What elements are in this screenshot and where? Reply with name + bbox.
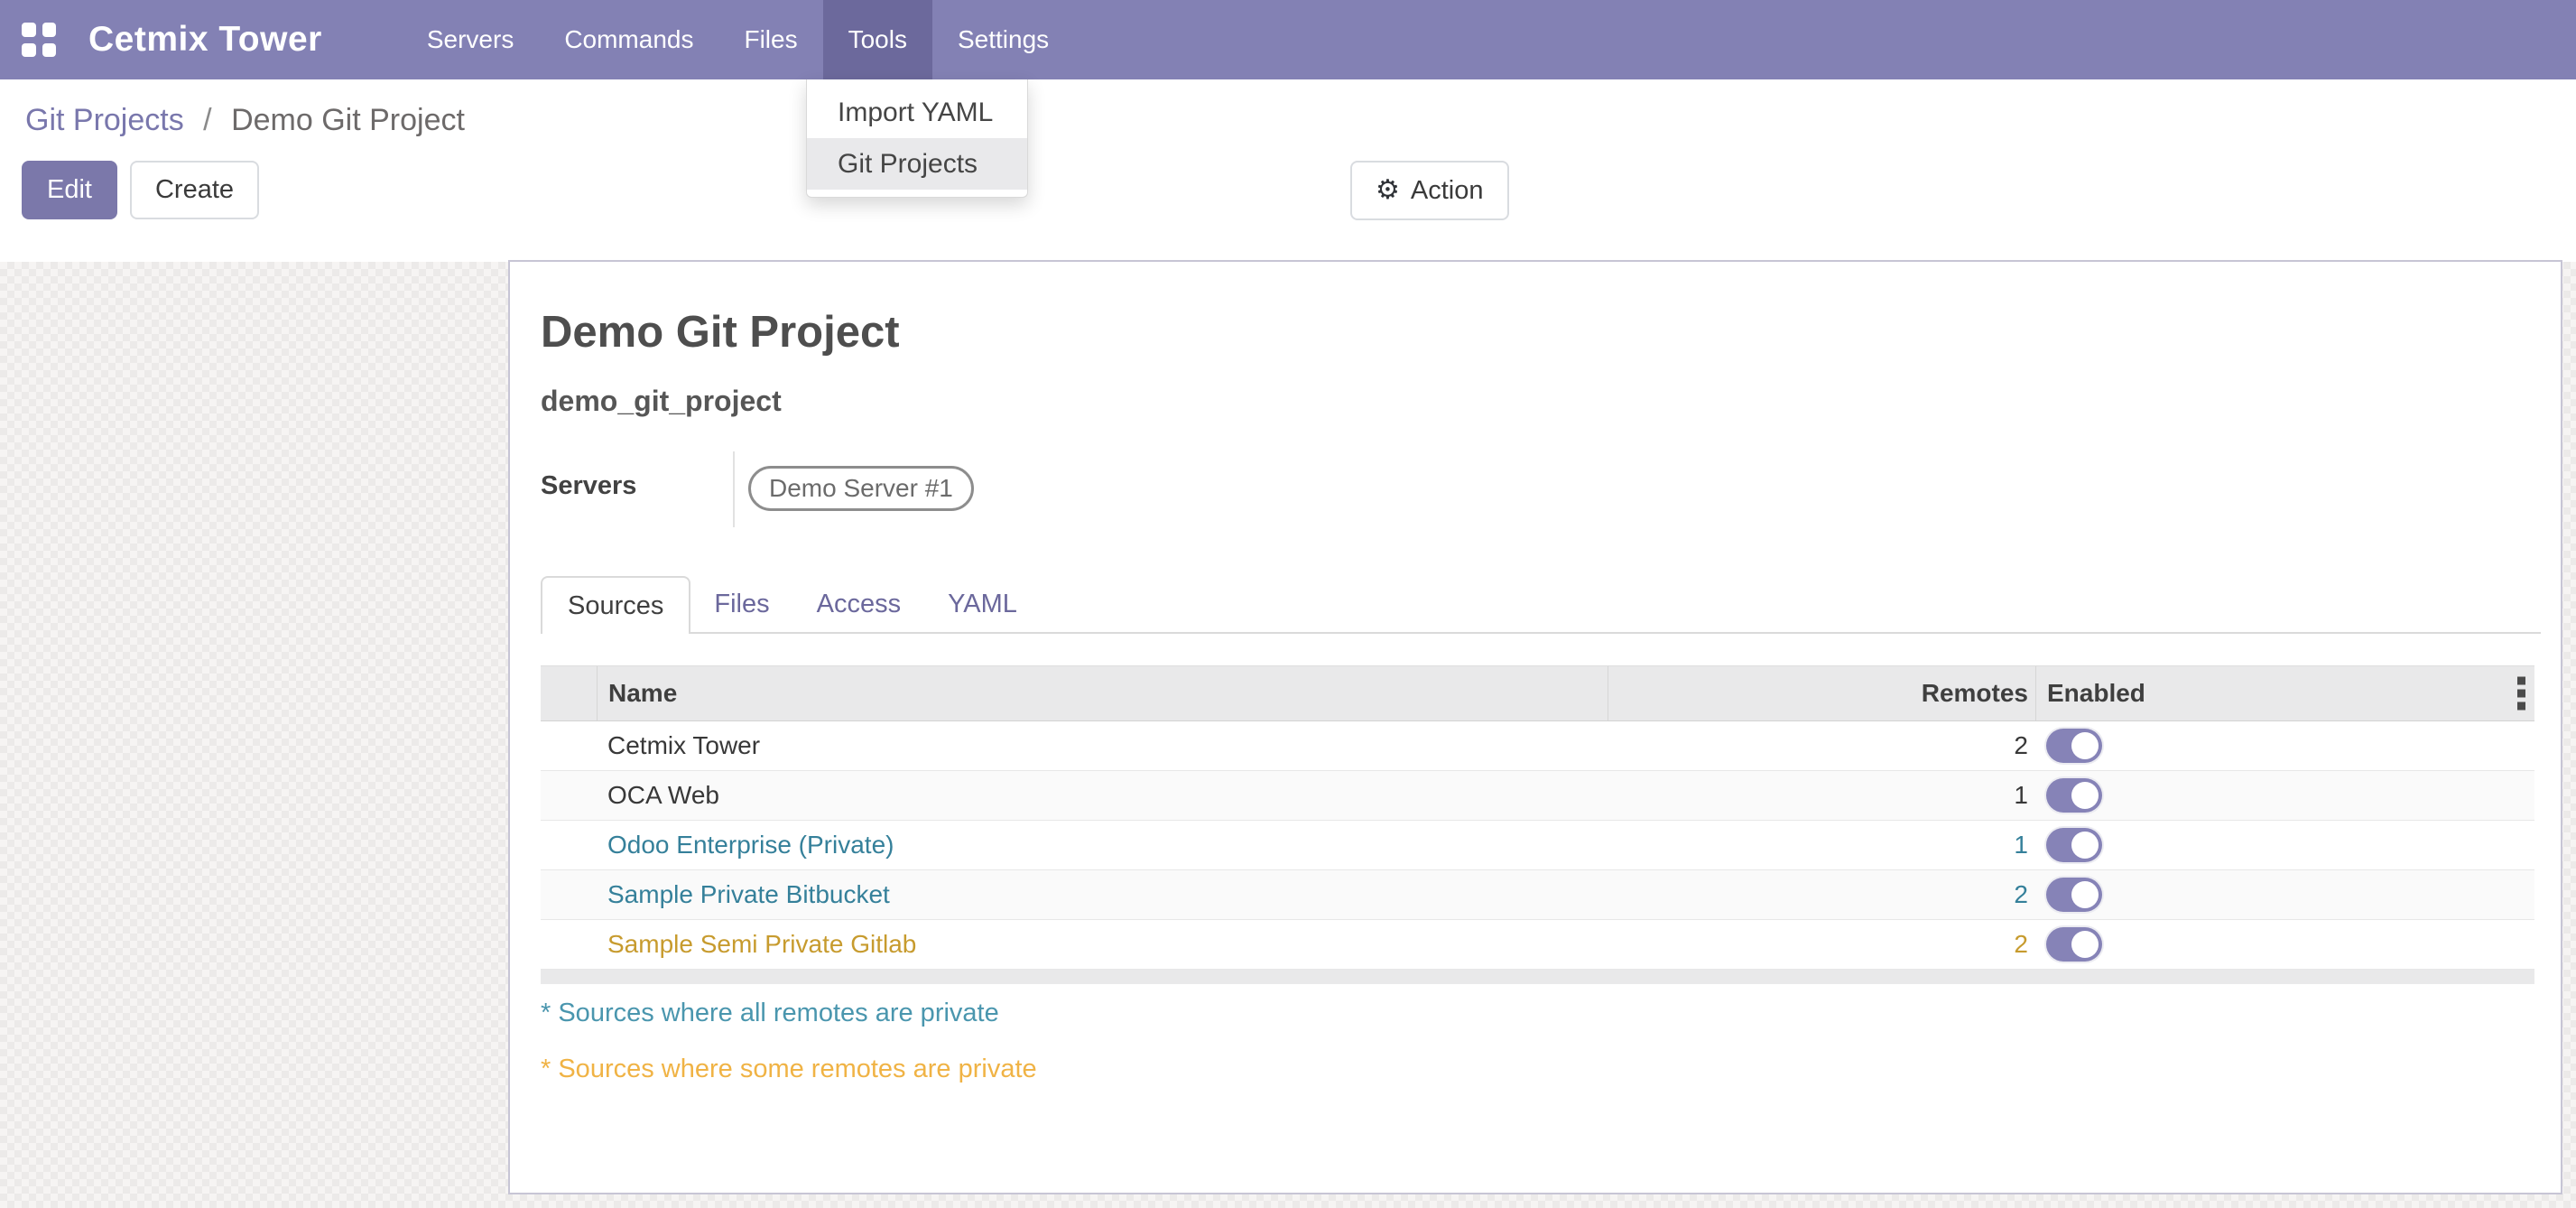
table-row[interactable]: Sample Semi Private Gitlab 2 bbox=[541, 920, 2534, 970]
top-navbar: Cetmix Tower Servers Commands Files Tool… bbox=[0, 0, 2576, 79]
table-row[interactable]: Sample Private Bitbucket 2 bbox=[541, 870, 2534, 920]
navbar-menu: Servers Commands Files Tools Settings bbox=[402, 0, 1074, 79]
remotes-count: 1 bbox=[1608, 821, 2035, 869]
remotes-count: 2 bbox=[1608, 870, 2035, 919]
nav-item-tools[interactable]: Tools bbox=[823, 0, 932, 79]
tools-dropdown-menu: Import YAML Git Projects bbox=[806, 79, 1028, 198]
table-header-row: Name Remotes Enabled bbox=[541, 665, 2534, 721]
toggle-knob bbox=[2071, 931, 2099, 958]
header-cell-name[interactable]: Name bbox=[597, 666, 1608, 720]
source-name: Odoo Enterprise (Private) bbox=[597, 821, 1608, 869]
gear-icon: ⚙︎ bbox=[1376, 177, 1400, 204]
remotes-count: 1 bbox=[1608, 771, 2035, 820]
servers-field-label: Servers bbox=[541, 471, 636, 501]
source-name: Cetmix Tower bbox=[597, 721, 1608, 770]
record-technical-name: demo_git_project bbox=[541, 385, 782, 418]
content-background: Demo Git Project demo_git_project Server… bbox=[0, 262, 2576, 1208]
breadcrumb: Git Projects / Demo Git Project bbox=[25, 103, 465, 138]
toggle-knob bbox=[2071, 832, 2099, 859]
tab-files[interactable]: Files bbox=[690, 576, 792, 632]
menu-item-git-projects[interactable]: Git Projects bbox=[807, 138, 1027, 190]
enabled-toggle[interactable] bbox=[2046, 828, 2102, 862]
legend-some-private[interactable]: * Sources where some remotes are private bbox=[541, 1055, 1037, 1084]
toggle-knob bbox=[2071, 782, 2099, 809]
enabled-toggle[interactable] bbox=[2046, 927, 2102, 962]
table-row[interactable]: Cetmix Tower 2 bbox=[541, 721, 2534, 771]
breadcrumb-parent-link[interactable]: Git Projects bbox=[25, 103, 184, 137]
nav-item-servers[interactable]: Servers bbox=[402, 0, 539, 79]
control-panel: Git Projects / Demo Git Project Edit Cre… bbox=[0, 79, 2576, 262]
create-button[interactable]: Create bbox=[130, 161, 259, 219]
remotes-count: 2 bbox=[1608, 920, 2035, 969]
source-name: Sample Semi Private Gitlab bbox=[597, 920, 1608, 969]
breadcrumb-separator: / bbox=[203, 103, 211, 137]
enabled-toggle[interactable] bbox=[2046, 778, 2102, 813]
servers-field: Servers Demo Server #1 bbox=[541, 451, 1353, 527]
source-name: Sample Private Bitbucket bbox=[597, 870, 1608, 919]
nav-item-settings[interactable]: Settings bbox=[932, 0, 1074, 79]
breadcrumb-current: Demo Git Project bbox=[231, 103, 465, 137]
record-buttons: Edit Create bbox=[22, 161, 259, 219]
table-footer-strip bbox=[541, 970, 2534, 984]
tab-sources[interactable]: Sources bbox=[541, 576, 690, 634]
tab-yaml[interactable]: YAML bbox=[924, 576, 1041, 632]
tab-access[interactable]: Access bbox=[793, 576, 924, 632]
remotes-count: 2 bbox=[1608, 721, 2035, 770]
apps-grid-icon[interactable] bbox=[22, 23, 56, 57]
menu-item-import-yaml[interactable]: Import YAML bbox=[807, 87, 1027, 138]
legend-all-private[interactable]: * Sources where all remotes are private bbox=[541, 999, 999, 1028]
brand-title[interactable]: Cetmix Tower bbox=[88, 20, 322, 60]
action-button-label: Action bbox=[1411, 178, 1484, 204]
field-separator bbox=[733, 451, 735, 527]
nav-item-commands[interactable]: Commands bbox=[539, 0, 718, 79]
table-row[interactable]: OCA Web 1 bbox=[541, 771, 2534, 821]
edit-button[interactable]: Edit bbox=[22, 161, 117, 219]
header-cell-remotes[interactable]: Remotes bbox=[1608, 666, 2035, 720]
toggle-knob bbox=[2071, 881, 2099, 908]
nav-item-files[interactable]: Files bbox=[718, 0, 822, 79]
record-title: Demo Git Project bbox=[541, 307, 900, 358]
header-enabled-label: Enabled bbox=[2047, 679, 2145, 708]
form-sheet: Demo Git Project demo_git_project Server… bbox=[508, 260, 2562, 1194]
enabled-toggle[interactable] bbox=[2046, 878, 2102, 912]
optional-columns-icon[interactable] bbox=[2517, 677, 2525, 711]
source-name: OCA Web bbox=[597, 771, 1608, 820]
server-tag[interactable]: Demo Server #1 bbox=[748, 466, 974, 511]
notebook-tabs: Sources Files Access YAML bbox=[541, 576, 2541, 634]
header-cell-empty bbox=[541, 666, 597, 720]
enabled-toggle[interactable] bbox=[2046, 729, 2102, 763]
header-cell-enabled[interactable]: Enabled bbox=[2035, 666, 2534, 720]
action-button[interactable]: ⚙︎ Action bbox=[1350, 161, 1509, 220]
table-row[interactable]: Odoo Enterprise (Private) 1 bbox=[541, 821, 2534, 870]
sources-table: Name Remotes Enabled Cetmix Tower 2 OCA … bbox=[541, 665, 2534, 984]
toggle-knob bbox=[2071, 732, 2099, 759]
